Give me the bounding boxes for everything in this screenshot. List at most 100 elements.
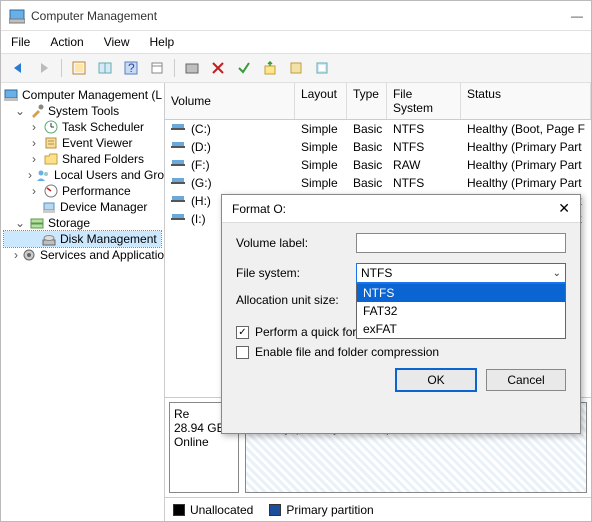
expand-icon[interactable]: › — [28, 168, 32, 182]
volume-row[interactable]: (C:)SimpleBasicNTFSHealthy (Boot, Page F — [165, 120, 591, 138]
volume-fs: NTFS — [387, 175, 461, 191]
tree-storage[interactable]: ⌄ Storage — [4, 215, 161, 231]
back-button[interactable] — [7, 57, 29, 79]
tb-icon-8[interactable] — [259, 57, 281, 79]
menubar: File Action View Help — [1, 31, 591, 53]
tree-pane: Computer Management (L ⌄ System Tools › … — [1, 83, 165, 521]
tree-device-manager[interactable]: Device Manager — [4, 199, 161, 215]
filesystem-combo[interactable]: NTFS ⌄ NTFS FAT32 exFAT — [356, 263, 566, 283]
drive-icon — [171, 146, 185, 148]
tb-icon-2[interactable] — [94, 57, 116, 79]
filesystem-option-fat32[interactable]: FAT32 — [357, 302, 565, 320]
expand-icon[interactable]: › — [28, 136, 40, 150]
expand-icon[interactable]: › — [28, 184, 40, 198]
dialog-close-button[interactable]: ✕ — [558, 200, 570, 217]
svg-text:?: ? — [128, 61, 135, 75]
volume-name: (D:) — [191, 140, 211, 154]
menu-help[interactable]: Help — [150, 35, 175, 49]
tree-label: System Tools — [48, 104, 119, 118]
tree-task-scheduler[interactable]: › Task Scheduler — [4, 119, 161, 135]
tree-root[interactable]: Computer Management (L — [4, 87, 161, 103]
tb-icon-1[interactable] — [68, 57, 90, 79]
expand-icon[interactable]: › — [28, 120, 40, 134]
tb-check-icon[interactable] — [233, 57, 255, 79]
drive-icon — [171, 182, 185, 184]
filesystem-value: NTFS — [361, 266, 392, 280]
volume-name: (F:) — [191, 158, 210, 172]
drive-icon — [171, 200, 185, 202]
volume-type: Basic — [347, 139, 387, 155]
volume-layout: Simple — [295, 175, 347, 191]
volume-fs: RAW — [387, 157, 461, 173]
filesystem-selected[interactable]: NTFS ⌄ — [356, 263, 566, 283]
quick-format-checkbox[interactable]: ✓ — [236, 326, 249, 339]
volume-status: Healthy (Primary Part — [461, 175, 591, 191]
tree-services[interactable]: › Services and Applicatio — [4, 247, 161, 263]
volume-name: (H:) — [191, 194, 211, 208]
volume-name: (C:) — [191, 122, 211, 136]
window-title: Computer Management — [31, 9, 157, 23]
col-layout[interactable]: Layout — [295, 83, 347, 119]
tb-help-icon[interactable]: ? — [120, 57, 142, 79]
volume-row[interactable]: (D:)SimpleBasicNTFSHealthy (Primary Part — [165, 138, 591, 156]
filesystem-option-ntfs[interactable]: NTFS — [357, 284, 565, 302]
volume-row[interactable]: (G:)SimpleBasicNTFSHealthy (Primary Part — [165, 174, 591, 192]
tb-icon-5[interactable] — [181, 57, 203, 79]
tb-icon-9[interactable] — [285, 57, 307, 79]
compression-checkbox[interactable] — [236, 346, 249, 359]
tree-label: Storage — [48, 216, 90, 230]
menu-view[interactable]: View — [104, 35, 130, 49]
legend-unallocated: Unallocated — [190, 503, 253, 517]
tree-label: Task Scheduler — [62, 120, 144, 134]
tree-event-viewer[interactable]: › Event Viewer — [4, 135, 161, 151]
disk-status: Online — [174, 435, 234, 449]
volume-layout: Simple — [295, 121, 347, 137]
tree-label: Shared Folders — [62, 152, 144, 166]
users-icon — [36, 168, 50, 182]
tb-icon-4[interactable] — [146, 57, 168, 79]
expand-icon[interactable]: › — [28, 152, 40, 166]
titlebar: Computer Management — — [1, 1, 591, 31]
volume-name: (G:) — [191, 176, 212, 190]
volume-layout: Simple — [295, 157, 347, 173]
tools-icon — [30, 104, 44, 118]
dialog-titlebar: Format O: ✕ — [222, 195, 580, 223]
volume-status: Healthy (Primary Part — [461, 139, 591, 155]
volume-list-header: Volume Layout Type File System Status — [165, 83, 591, 120]
volume-row[interactable]: (F:)SimpleBasicRAWHealthy (Primary Part — [165, 156, 591, 174]
tb-icon-10[interactable] — [311, 57, 333, 79]
expand-icon[interactable]: › — [14, 248, 18, 262]
col-volume[interactable]: Volume — [165, 83, 295, 119]
drive-icon — [171, 128, 185, 130]
filesystem-dropdown: NTFS FAT32 exFAT — [356, 283, 566, 339]
performance-icon — [44, 184, 58, 198]
volume-layout: Simple — [295, 139, 347, 155]
volume-label-input[interactable] — [356, 233, 566, 253]
forward-button[interactable] — [33, 57, 55, 79]
volume-name: (I:) — [191, 212, 206, 226]
filesystem-option-exfat[interactable]: exFAT — [357, 320, 565, 338]
tree-performance[interactable]: › Performance — [4, 183, 161, 199]
volume-type: Basic — [347, 121, 387, 137]
tree-local-users[interactable]: › Local Users and Gro — [4, 167, 161, 183]
menu-file[interactable]: File — [11, 35, 30, 49]
cancel-button[interactable]: Cancel — [486, 369, 566, 391]
tb-delete-icon[interactable] — [207, 57, 229, 79]
allocation-label: Allocation unit size: — [236, 293, 356, 307]
collapse-icon[interactable]: ⌄ — [14, 216, 26, 230]
tree-label: Performance — [62, 184, 131, 198]
tree-disk-management[interactable]: Disk Management — [4, 231, 161, 247]
col-filesystem[interactable]: File System — [387, 83, 461, 119]
minimize-button[interactable]: — — [571, 9, 583, 23]
app-icon — [9, 8, 25, 24]
ok-button[interactable]: OK — [396, 369, 476, 391]
clock-icon — [44, 120, 58, 134]
collapse-icon[interactable]: ⌄ — [14, 104, 26, 118]
menu-action[interactable]: Action — [50, 35, 83, 49]
volume-type: Basic — [347, 157, 387, 173]
col-status[interactable]: Status — [461, 83, 591, 119]
tree-shared-folders[interactable]: › Shared Folders — [4, 151, 161, 167]
col-type[interactable]: Type — [347, 83, 387, 119]
folder-icon — [44, 152, 58, 166]
tree-system-tools[interactable]: ⌄ System Tools — [4, 103, 161, 119]
